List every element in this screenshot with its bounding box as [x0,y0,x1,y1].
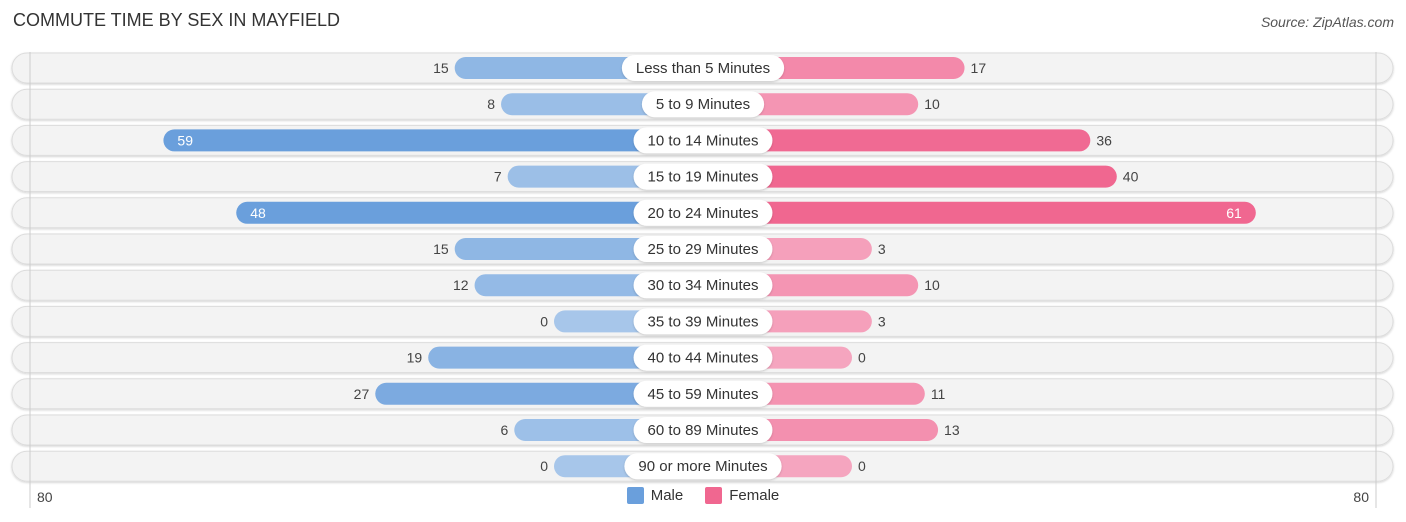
legend-swatch-male [626,487,644,504]
value-label-female: 0 [858,350,866,366]
value-label-female: 3 [878,313,886,329]
category-label: 5 to 9 Minutes [656,96,750,113]
value-label-male: 15 [433,60,449,76]
legend-item-female[interactable]: Female [705,487,779,504]
value-label-female: 11 [931,386,946,402]
category-label: 35 to 39 Minutes [648,313,759,330]
legend-label-male: Male [650,487,684,504]
legend-swatch-female [705,487,723,504]
value-label-female: 0 [858,458,866,474]
value-label-male: 48 [250,205,266,221]
legend: Male Female [0,487,1406,504]
bar-male [236,201,704,224]
bar-male [163,129,704,152]
value-label-female: 10 [924,277,940,293]
value-label-female: 61 [1226,205,1242,221]
value-label-female: 3 [878,241,886,257]
value-label-male: 6 [500,422,508,438]
category-label: 25 to 29 Minutes [648,241,759,258]
chart-svg: Less than 5 Minutes 15 17 5 to 9 Minutes 8 10… [11,52,1394,508]
category-label: 40 to 44 Minutes [648,350,759,367]
category-label: 60 to 89 Minutes [648,422,759,439]
category-label: 90 or more Minutes [638,458,767,475]
value-label-male: 0 [540,458,548,474]
category-label: 30 to 34 Minutes [648,277,759,294]
value-label-male: 8 [487,96,495,112]
value-label-male: 7 [494,169,502,185]
value-label-male: 59 [177,132,193,148]
value-label-male: 0 [540,313,548,329]
bar-female [703,201,1256,224]
value-label-female: 40 [1123,169,1139,185]
value-label-female: 17 [971,60,987,76]
value-label-female: 13 [944,422,960,438]
value-label-male: 19 [407,350,423,366]
category-label: 45 to 59 Minutes [648,386,759,403]
category-label: Less than 5 Minutes [636,60,770,77]
legend-label-female: Female [729,487,780,504]
value-label-male: 15 [433,241,449,257]
legend-item-male[interactable]: Male [626,487,684,504]
category-label: 20 to 24 Minutes [648,205,759,222]
category-label: 15 to 19 Minutes [648,169,759,186]
value-label-female: 10 [924,96,940,112]
value-label-male: 27 [354,386,370,402]
value-label-male: 12 [453,277,469,293]
category-label: 10 to 14 Minutes [648,132,759,149]
value-label-female: 36 [1096,132,1112,148]
